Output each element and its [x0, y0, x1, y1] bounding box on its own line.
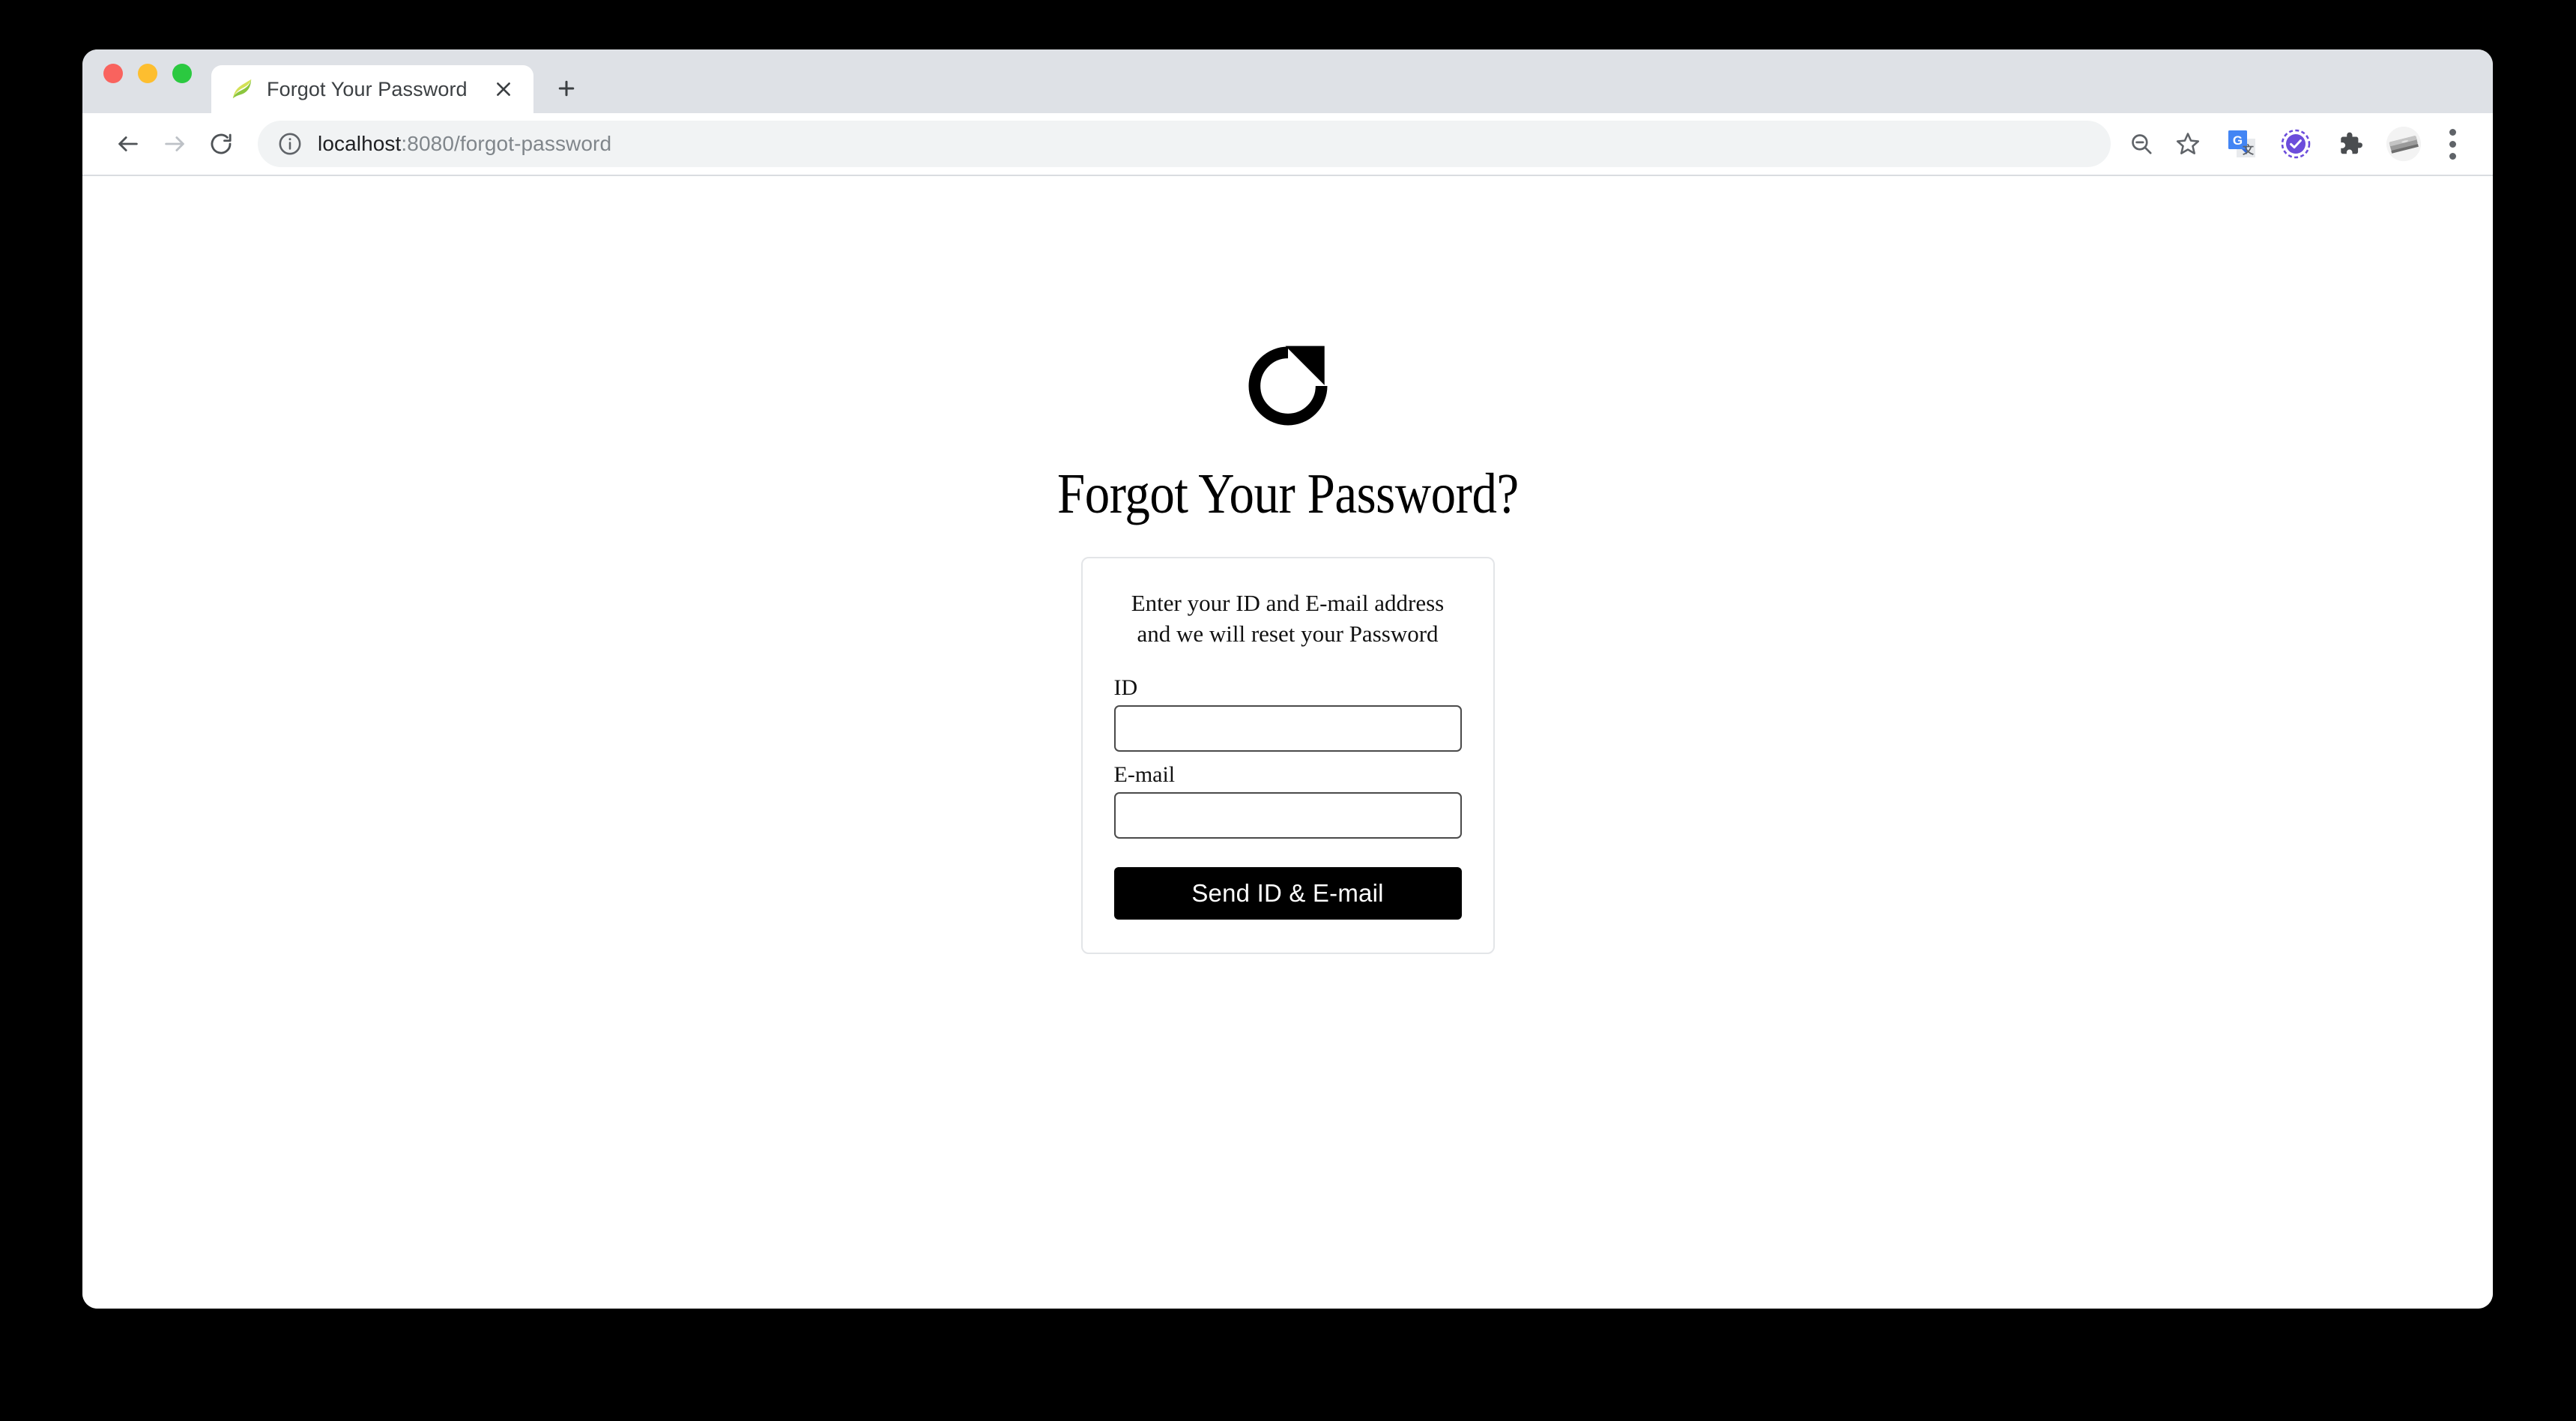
toolbar-actions: G 文 — [2118, 121, 2473, 167]
back-button[interactable] — [105, 121, 151, 167]
plus-icon — [558, 80, 575, 97]
avatar — [2386, 127, 2421, 161]
new-tab-button[interactable] — [545, 67, 587, 109]
tab-strip: Forgot Your Password — [82, 49, 2493, 113]
browser-tab-active[interactable]: Forgot Your Password — [211, 65, 533, 113]
tab-title: Forgot Your Password — [267, 77, 468, 100]
bookmark-button[interactable] — [2165, 121, 2211, 167]
bookmark-star-icon — [2176, 133, 2200, 154]
url-text: localhost:8080/forgot-password — [318, 132, 611, 156]
profile-button[interactable] — [2380, 121, 2427, 167]
browser-window: Forgot Your Password localhost:8080/forg… — [82, 49, 2493, 1309]
forward-button[interactable] — [151, 121, 198, 167]
maximize-window-button[interactable] — [172, 63, 192, 83]
forgot-password-card: Enter your ID and E-mail address and we … — [1080, 557, 1495, 954]
email-field-group: E-mail — [1113, 761, 1462, 839]
reload-button[interactable] — [198, 121, 244, 167]
three-dot-menu-icon[interactable] — [2431, 121, 2473, 167]
google-translate-button[interactable]: G 文 — [2219, 121, 2265, 167]
extensions-button[interactable] — [2326, 121, 2373, 167]
email-input[interactable] — [1113, 791, 1462, 839]
zoom-out-icon — [2132, 134, 2152, 154]
address-bar[interactable]: localhost:8080/forgot-password — [258, 121, 2111, 167]
zoom-out-button[interactable] — [2118, 121, 2165, 167]
circular-arrow-reset-icon — [1248, 346, 1327, 426]
page-title: Forgot Your Password? — [1056, 462, 1519, 525]
minimize-window-button[interactable] — [138, 63, 157, 83]
info-circle-icon[interactable] — [277, 131, 303, 157]
browser-toolbar: localhost:8080/forgot-password G 文 — [82, 113, 2493, 176]
spring-leaf-icon — [232, 79, 252, 99]
card-lead-text: Enter your ID and E-mail address and we … — [1114, 588, 1462, 650]
svg-text:文: 文 — [2243, 143, 2255, 157]
email-field-label: E-mail — [1113, 761, 1176, 787]
card-lead-line-2: and we will reset your Password — [1137, 620, 1439, 647]
url-path: :8080/forgot-password — [401, 132, 612, 155]
svg-text:G: G — [2233, 133, 2243, 148]
card-lead-line-1: Enter your ID and E-mail address — [1131, 590, 1445, 616]
send-id-email-button[interactable]: Send ID & E-mail — [1113, 866, 1462, 920]
puzzle-piece-icon — [2341, 132, 2362, 154]
reload-icon — [211, 133, 232, 154]
id-input[interactable] — [1113, 705, 1462, 752]
back-arrow-icon — [118, 136, 138, 151]
url-host: localhost — [318, 132, 402, 155]
id-field-group: ID — [1113, 675, 1462, 752]
close-icon[interactable] — [487, 73, 520, 106]
page-content: Forgot Your Password? Enter your ID and … — [82, 176, 2493, 1309]
close-window-button[interactable] — [103, 63, 123, 83]
window-controls — [103, 49, 211, 113]
extension-badge-button[interactable] — [2273, 121, 2319, 167]
page-inner: Forgot Your Password? Enter your ID and … — [82, 176, 2493, 954]
purple-check-badge-icon — [2281, 129, 2311, 159]
forward-arrow-icon — [165, 136, 184, 151]
id-field-label: ID — [1113, 675, 1138, 700]
google-translate-icon: G 文 — [2228, 130, 2255, 157]
